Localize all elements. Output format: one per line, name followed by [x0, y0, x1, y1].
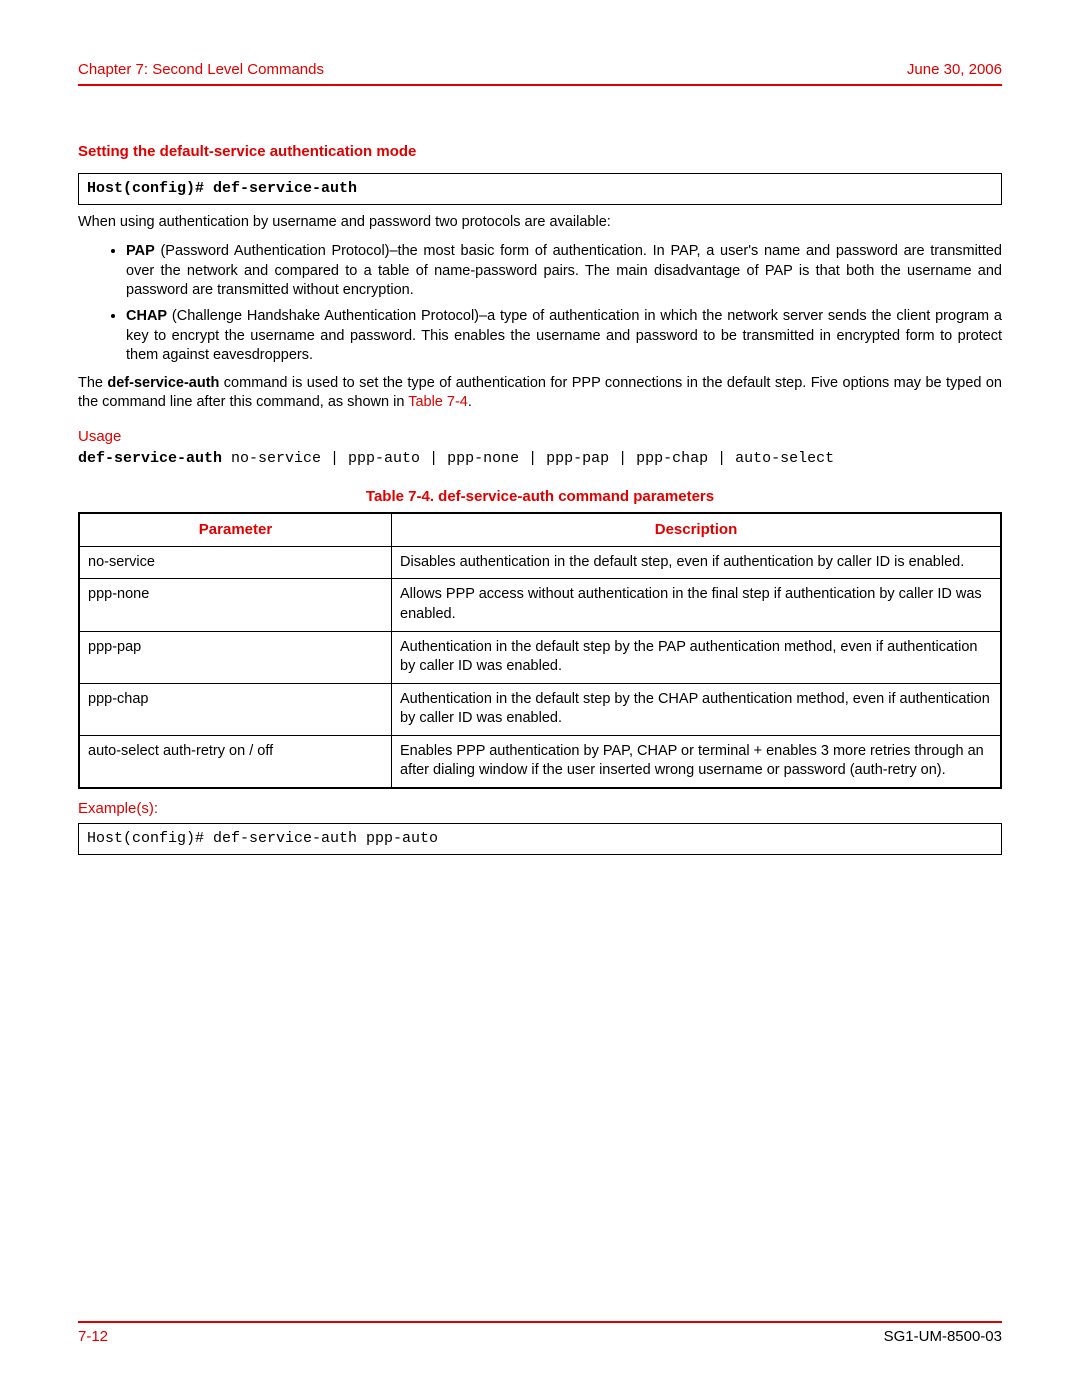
chap-text: (Challenge Handshake Authentication Prot… — [126, 308, 1002, 363]
table-ref-link[interactable]: Table 7-4 — [408, 394, 468, 410]
param-cell: ppp-pap — [79, 631, 392, 683]
explain-cmd: def-service-auth — [107, 375, 219, 391]
table-header-row: Parameter Description — [79, 513, 1001, 547]
document-id: SG1-UM-8500-03 — [884, 1327, 1002, 1347]
page-header: Chapter 7: Second Level Commands June 30… — [78, 60, 1002, 86]
explain-post: . — [468, 394, 472, 410]
param-cell: ppp-none — [79, 579, 392, 631]
examples-label: Example(s): — [78, 799, 1002, 819]
col-header-description: Description — [392, 513, 1002, 547]
desc-cell: Disables authentication in the default s… — [392, 546, 1002, 579]
page-footer: 7-12 SG1-UM-8500-03 — [78, 1321, 1002, 1347]
chapter-title: Chapter 7: Second Level Commands — [78, 60, 324, 80]
intro-paragraph: When using authentication by username an… — [78, 213, 1002, 233]
desc-cell: Authentication in the default step by th… — [392, 631, 1002, 683]
section-title: Setting the default-service authenticati… — [78, 142, 1002, 162]
desc-cell: Enables PPP authentication by PAP, CHAP … — [392, 735, 1002, 788]
col-header-parameter: Parameter — [79, 513, 392, 547]
table-row: auto-select auth-retry on / off Enables … — [79, 735, 1001, 788]
table-row: no-service Disables authentication in th… — [79, 546, 1001, 579]
chap-label: CHAP — [126, 308, 167, 324]
page-number: 7-12 — [78, 1327, 108, 1347]
usage-line: def-service-auth no-service | ppp-auto |… — [78, 449, 1002, 469]
table-caption: Table 7-4. def-service-auth command para… — [78, 487, 1002, 507]
list-item: PAP (Password Authentication Protocol)–t… — [126, 242, 1002, 301]
protocol-list: PAP (Password Authentication Protocol)–t… — [78, 242, 1002, 365]
desc-cell: Allows PPP access without authentication… — [392, 579, 1002, 631]
command-syntax-box: Host(config)# def-service-auth — [78, 173, 1002, 205]
param-cell: auto-select auth-retry on / off — [79, 735, 392, 788]
example-box: Host(config)# def-service-auth ppp-auto — [78, 823, 1002, 855]
table-row: ppp-chap Authentication in the default s… — [79, 683, 1001, 735]
explain-paragraph: The def-service-auth command is used to … — [78, 374, 1002, 413]
list-item: CHAP (Challenge Handshake Authentication… — [126, 307, 1002, 366]
table-row: ppp-none Allows PPP access without authe… — [79, 579, 1001, 631]
usage-label: Usage — [78, 427, 1002, 447]
page: Chapter 7: Second Level Commands June 30… — [0, 0, 1080, 1397]
usage-rest: no-service | ppp-auto | ppp-none | ppp-p… — [222, 450, 834, 467]
usage-cmd: def-service-auth — [78, 450, 222, 467]
explain-pre: The — [78, 375, 107, 391]
table-row: ppp-pap Authentication in the default st… — [79, 631, 1001, 683]
param-cell: no-service — [79, 546, 392, 579]
param-cell: ppp-chap — [79, 683, 392, 735]
pap-text: (Password Authentication Protocol)–the m… — [126, 243, 1002, 298]
desc-cell: Authentication in the default step by th… — [392, 683, 1002, 735]
parameters-table: Parameter Description no-service Disable… — [78, 512, 1002, 789]
header-date: June 30, 2006 — [907, 60, 1002, 80]
pap-label: PAP — [126, 243, 155, 259]
